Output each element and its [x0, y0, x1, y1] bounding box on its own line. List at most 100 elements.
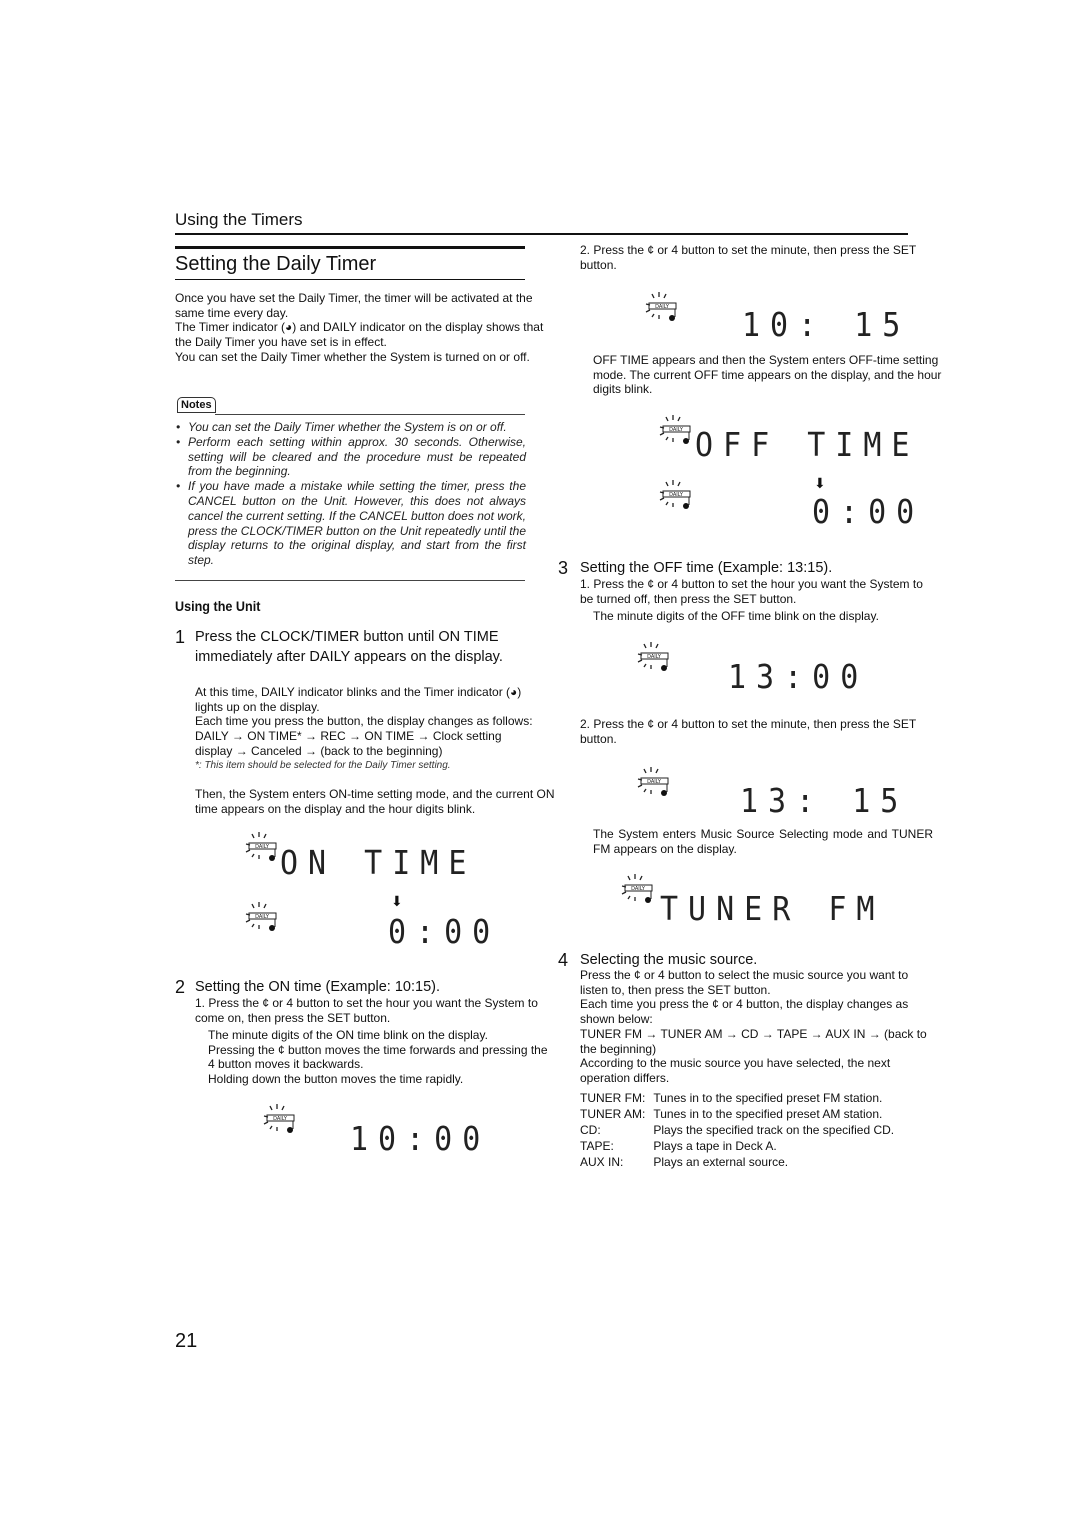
daily-indicator: DAILY: [620, 872, 660, 917]
daily-indicator: DAILY: [636, 765, 676, 810]
lcd-display: TUNER FM: [660, 890, 885, 929]
title-rule: [175, 279, 525, 280]
step-body-line: At this time, DAILY indicator blinks and…: [195, 685, 522, 714]
table-row: TUNER AM: Tunes in to the specified prese…: [580, 1107, 902, 1123]
source-name: TAPE:: [580, 1139, 614, 1154]
daily-indicator: DAILY: [658, 413, 698, 458]
step-number: 4: [558, 950, 569, 970]
step-body-line: DAILY → ON TIME* → REC → ON TIME → Clock…: [195, 729, 502, 758]
daily-indicator: DAILY: [244, 900, 284, 945]
step-after-text: The System enters Music Source Selecting…: [593, 827, 933, 856]
step-heading: Press the CLOCK/TIMER button until ON TI…: [195, 629, 503, 665]
step-sub: 2. Press the ¢ or 4 button to set the mi…: [580, 243, 916, 272]
daily-blink-icon: DAILY: [245, 902, 277, 931]
svg-text:DAILY: DAILY: [255, 844, 270, 850]
svg-text:DAILY: DAILY: [647, 654, 662, 660]
table-row: AUX IN: Plays an external source.: [580, 1155, 902, 1171]
step-body-line: Each time you press the ¢ or 4 button, t…: [580, 997, 909, 1027]
step-body-line: Press the ¢ or 4 button to select the mu…: [580, 968, 909, 997]
notes-label: Notes: [177, 397, 216, 413]
daily-blink-icon: DAILY: [263, 1104, 295, 1133]
lcd-display: 0:00: [812, 493, 925, 532]
svg-text:DAILY: DAILY: [255, 914, 270, 920]
step-body: At this time, DAILY indicator blinks and…: [195, 685, 540, 773]
lcd-display: 0:00: [388, 913, 501, 952]
step-body-line: Holding down the button moves the time r…: [208, 1072, 464, 1087]
daily-blink-icon: DAILY: [637, 642, 669, 671]
daily-blink-icon: DAILY: [659, 415, 691, 444]
daily-blink-icon: DAILY: [637, 767, 669, 796]
step-sub: 1. Press the ¢ or 4 button to set the ho…: [195, 996, 538, 1025]
section-header: Using the Timers: [175, 210, 303, 229]
daily-blink-icon: DAILY: [245, 832, 277, 861]
daily-blink-icon: DAILY: [659, 480, 691, 509]
step-number: 1: [175, 627, 186, 647]
note-item: You can set the Daily Timer whether the …: [175, 420, 526, 435]
lcd-display: 10: 15: [742, 306, 911, 345]
step-sub-lines: The minute digits of the ON time blink o…: [208, 1028, 553, 1087]
step-heading: Setting the ON time (Example: 10:15).: [195, 979, 440, 995]
source-name: TUNER AM:: [580, 1107, 646, 1122]
daily-indicator: DAILY: [262, 1102, 302, 1147]
svg-text:DAILY: DAILY: [669, 492, 684, 498]
lcd-display: ON TIME: [280, 844, 477, 883]
step-sub: 1. Press the ¢ or 4 button to set the ho…: [580, 577, 923, 606]
step-heading: Setting the OFF time (Example: 13:15).: [580, 560, 833, 576]
table-row: TAPE: Plays a tape in Deck A.: [580, 1139, 902, 1155]
svg-text:DAILY: DAILY: [647, 779, 662, 785]
step-body-line: According to the music source you have s…: [580, 1056, 891, 1085]
lcd-display: OFF TIME: [695, 426, 920, 465]
intro-line: The Timer indicator (◕) and DAILY indica…: [175, 320, 544, 350]
source-name: AUX IN:: [580, 1155, 624, 1170]
down-arrow-icon: ⬇: [391, 893, 403, 909]
daily-indicator: DAILY: [644, 290, 684, 335]
source-name: TUNER FM:: [580, 1091, 646, 1105]
daily-indicator: DAILY: [244, 830, 284, 875]
intro-line: You can set the Daily Timer whether the …: [175, 349, 530, 364]
lcd-display: 10:00: [350, 1120, 491, 1159]
source-desc: Tunes in to the specified preset FM stat…: [653, 1091, 883, 1105]
step-body-line: Each time you press the button, the disp…: [195, 714, 533, 729]
page-number: 21: [175, 1330, 198, 1352]
step-body-line: The minute digits of the ON time blink o…: [208, 1028, 488, 1042]
step-after-text: Then, the System enters ON-time setting …: [195, 787, 555, 816]
notes-divider: [175, 580, 525, 581]
page-title: Setting the Daily Timer: [175, 253, 377, 275]
down-arrow-icon: ⬇: [814, 475, 826, 491]
title-bar: [175, 246, 525, 249]
svg-text:DAILY: DAILY: [655, 304, 670, 310]
step-body: Press the ¢ or 4 button to select the mu…: [580, 968, 932, 1086]
source-desc: Tunes in to the specified preset AM stat…: [653, 1107, 883, 1122]
step-body-line: Pressing the ¢ button moves the time for…: [208, 1042, 548, 1072]
using-unit-heading: Using the Unit: [175, 598, 261, 614]
section-rule: [175, 233, 908, 235]
source-name: CD:: [580, 1123, 601, 1138]
note-item: If you have made a mistake while setting…: [175, 479, 526, 568]
lcd-display: 13:00: [728, 658, 869, 697]
svg-text:DAILY: DAILY: [669, 427, 684, 433]
step-number: 2: [175, 977, 186, 997]
step-heading: Selecting the music source.: [580, 952, 758, 968]
step-number: 3: [558, 558, 569, 578]
step-sub-line: The minute digits of the OFF time blink …: [593, 609, 879, 623]
daily-blink-icon: DAILY: [645, 292, 677, 321]
svg-text:DAILY: DAILY: [631, 886, 646, 892]
table-row: CD: Plays the specified track on the spec…: [580, 1123, 902, 1139]
step-body-line: TUNER FM → TUNER AM → CD → TAPE → AUX IN…: [580, 1026, 927, 1056]
daily-blink-icon: DAILY: [621, 874, 653, 903]
source-desc: Plays a tape in Deck A.: [653, 1139, 777, 1154]
step-sub: 2. Press the ¢ or 4 button to set the mi…: [580, 717, 916, 746]
intro-line: Once you have set the Daily Timer, the t…: [175, 291, 533, 320]
table-row: TUNER FM: Tunes in to the specified prese…: [580, 1091, 902, 1107]
note-item: Perform each setting within approx. 30 s…: [175, 435, 526, 479]
intro-text: Once you have set the Daily Timer, the t…: [175, 291, 545, 365]
daily-indicator: DAILY: [636, 640, 676, 685]
svg-text:DAILY: DAILY: [273, 1116, 288, 1122]
notes-rule: [215, 414, 525, 415]
lcd-display: 13: 15: [740, 782, 909, 821]
source-table: TUNER FM: Tunes in to the specified prese…: [580, 1091, 902, 1171]
source-desc: Plays the specified track on the specifi…: [653, 1123, 895, 1138]
notes-list: You can set the Daily Timer whether the …: [175, 420, 526, 568]
source-desc: Plays an external source.: [653, 1155, 789, 1170]
daily-indicator: DAILY: [658, 478, 698, 523]
